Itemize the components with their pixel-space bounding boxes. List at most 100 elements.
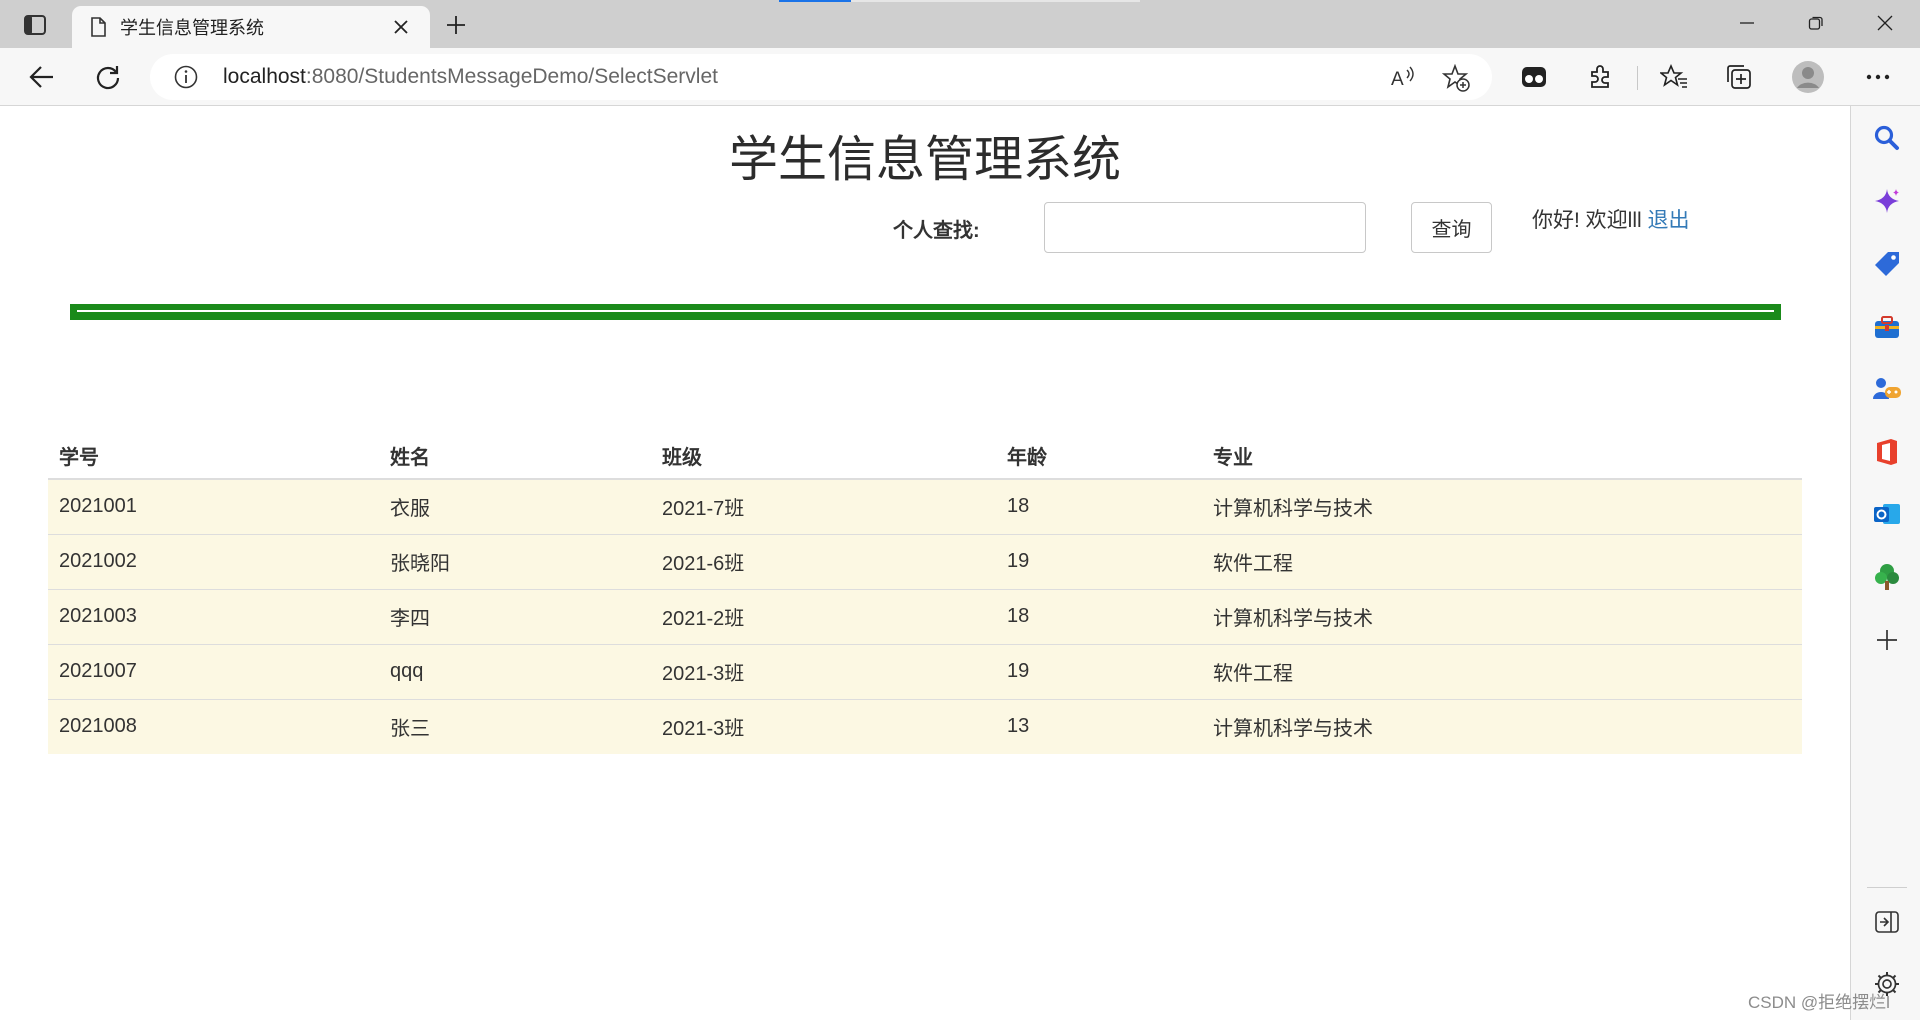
- svg-text:A: A: [1391, 69, 1404, 90]
- cell-class: 2021-7班: [651, 478, 996, 534]
- outlook-icon: [1874, 504, 1900, 524]
- cell-age: 19: [996, 643, 1202, 699]
- sidebar-add-button[interactable]: [1872, 625, 1902, 655]
- favorites-button[interactable]: [1654, 57, 1694, 97]
- tab-title: 学生信息管理系统: [120, 18, 264, 38]
- header-student-id: 学号: [48, 432, 379, 480]
- tab-actions-icon: [24, 15, 46, 35]
- cell-name: 张三: [379, 698, 651, 754]
- tree-icon: [1875, 564, 1899, 590]
- cell-student-id: 2021003: [48, 588, 379, 644]
- sidebar-shopping-button[interactable]: [1872, 249, 1902, 279]
- refresh-icon: [96, 66, 120, 90]
- add-icon: [1877, 630, 1897, 650]
- cell-student-id: 2021008: [48, 698, 379, 754]
- table-row: 2021003 李四 2021-2班 18 计算机科学与技术: [48, 588, 1802, 644]
- sidebar-office-button[interactable]: [1872, 437, 1902, 467]
- tab-extension-button[interactable]: [1514, 57, 1554, 97]
- greeting: 你好! 欢迎lll 退出: [1532, 204, 1690, 234]
- sidebar-games-button[interactable]: [1872, 374, 1902, 404]
- cell-age: 18: [996, 478, 1202, 534]
- browser-tab-active[interactable]: 学生信息管理系统: [72, 6, 430, 48]
- browser-toolbar: localhost:8080/StudentsMessageDemo/Selec…: [0, 48, 1920, 106]
- edge-sidebar: [1850, 106, 1920, 1020]
- more-menu-button[interactable]: [1858, 57, 1898, 97]
- students-table: 学号 姓名 班级 年龄 专业 2021001 衣服 2021-7班 18 计算机…: [48, 432, 1802, 754]
- cell-class: 2021-3班: [651, 698, 996, 754]
- page-title: 学生信息管理系统: [728, 133, 1121, 187]
- collections-button[interactable]: [1720, 57, 1760, 97]
- sidebar-separator: [1867, 887, 1907, 888]
- minimize-icon: [1740, 22, 1754, 24]
- divider-inner-line: [77, 310, 1774, 312]
- back-button[interactable]: [22, 57, 62, 97]
- collections-icon: [1727, 65, 1751, 89]
- cell-name: 衣服: [379, 478, 651, 534]
- office-icon: [1877, 439, 1897, 465]
- tab-actions-button[interactable]: [16, 10, 54, 40]
- refresh-button[interactable]: [88, 57, 128, 97]
- close-icon: [1877, 15, 1893, 31]
- page-icon: [91, 17, 106, 37]
- close-window-button[interactable]: [1852, 0, 1918, 46]
- sidebar-tree-button[interactable]: [1872, 562, 1902, 592]
- cell-age: 13: [996, 698, 1202, 754]
- info-icon[interactable]: [174, 65, 198, 89]
- close-icon: [394, 20, 408, 34]
- watermark: CSDN @拒绝摆烂l: [1748, 993, 1890, 1012]
- restore-button[interactable]: [1783, 0, 1849, 46]
- url-host: localhost: [223, 65, 306, 88]
- search-icon: [1874, 125, 1899, 150]
- green-divider: [70, 304, 1781, 320]
- cell-major: 软件工程: [1202, 643, 1802, 699]
- extensions-button[interactable]: [1580, 57, 1620, 97]
- sidebar-tools-button[interactable]: [1872, 312, 1902, 342]
- cell-name: 张晓阳: [379, 533, 651, 589]
- cell-major: 计算机科学与技术: [1202, 698, 1802, 754]
- cell-student-id: 2021007: [48, 643, 379, 699]
- cell-class: 2021-3班: [651, 643, 996, 699]
- cell-class: 2021-2班: [651, 588, 996, 644]
- new-tab-button[interactable]: [440, 9, 472, 41]
- back-arrow-icon: [29, 66, 53, 88]
- tools-briefcase-icon: [1875, 316, 1899, 338]
- minimize-button[interactable]: [1714, 0, 1780, 46]
- extensions-puzzle-icon: [1591, 65, 1609, 88]
- header-age: 年龄: [996, 432, 1202, 480]
- sidebar-search-button[interactable]: [1872, 123, 1902, 153]
- copilot-sparkle-icon: [1875, 189, 1899, 213]
- address-bar[interactable]: localhost:8080/StudentsMessageDemo/Selec…: [150, 54, 1492, 100]
- shopping-tag-icon: [1875, 252, 1899, 276]
- table-row: 2021002 张晓阳 2021-6班 19 软件工程: [48, 533, 1802, 589]
- url-text[interactable]: localhost:8080/StudentsMessageDemo/Selec…: [223, 65, 718, 89]
- cell-major: 计算机科学与技术: [1202, 588, 1802, 644]
- search-input[interactable]: [1044, 202, 1366, 253]
- add-favorite-icon[interactable]: [1442, 64, 1470, 92]
- sidebar-outlook-button[interactable]: [1872, 499, 1902, 529]
- loading-indicator-track: [851, 0, 1140, 2]
- header-major: 专业: [1202, 432, 1802, 480]
- table-row: 2021001 衣服 2021-7班 18 计算机科学与技术: [48, 478, 1802, 534]
- search-button[interactable]: 查询: [1411, 202, 1492, 253]
- more-menu-icon: [1866, 74, 1890, 80]
- header-name: 姓名: [379, 432, 651, 480]
- sidebar-copilot-button[interactable]: [1872, 186, 1902, 216]
- close-tab-button[interactable]: [390, 16, 412, 38]
- favorites-icon: [1660, 64, 1687, 88]
- logout-link[interactable]: 退出: [1648, 209, 1690, 232]
- page-content: 学生信息管理系统 个人查找: 查询 你好! 欢迎lll 退出 学号 姓名 班级 …: [0, 106, 1850, 1020]
- greeting-text: 你好! 欢迎lll: [1532, 209, 1642, 232]
- tab-extension-icon: [1522, 67, 1546, 87]
- cell-class: 2021-6班: [651, 533, 996, 589]
- profile-button[interactable]: [1788, 57, 1828, 97]
- hide-sidebar-icon: [1875, 911, 1899, 933]
- toolbar-separator: [1637, 66, 1638, 90]
- hide-sidebar-button[interactable]: [1872, 907, 1902, 937]
- url-path: :8080/StudentsMessageDemo/SelectServlet: [305, 65, 718, 88]
- cell-student-id: 2021001: [48, 478, 379, 534]
- header-class: 班级: [651, 432, 996, 480]
- read-aloud-icon[interactable]: A: [1390, 64, 1416, 90]
- browser-tab-strip: 学生信息管理系统: [0, 0, 1920, 48]
- cell-name: qqq: [379, 643, 651, 699]
- cell-name: 李四: [379, 588, 651, 644]
